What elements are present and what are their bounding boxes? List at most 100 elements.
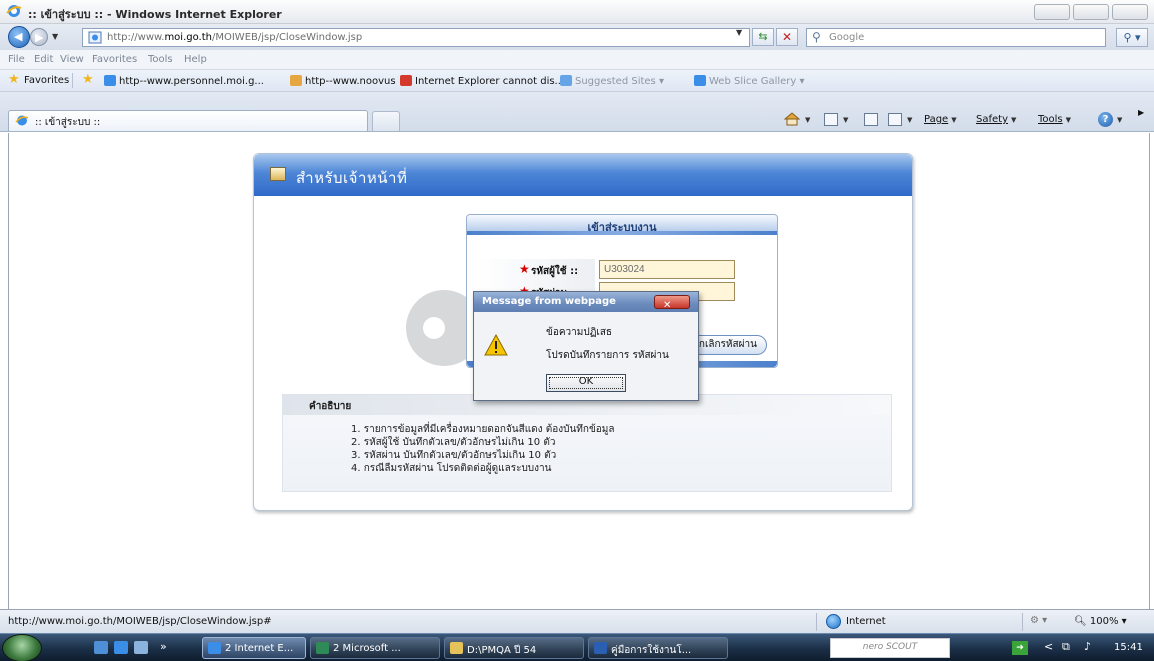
fav-link-noovus[interactable]: http--www.noovus <box>290 75 396 87</box>
ie-quicklaunch-icon[interactable] <box>114 641 128 654</box>
ok-button[interactable]: OK <box>546 374 626 392</box>
chevron-right-icon[interactable]: ▶ <box>1138 108 1144 117</box>
safety-menu-label: Safety <box>976 114 1008 125</box>
add-favorite-icon[interactable]: ★ <box>82 72 94 87</box>
ie-logo-icon <box>6 5 22 17</box>
nero-scout-searchbox[interactable]: nero SCOUT <box>830 638 950 658</box>
message-dialog: Message from webpage ✕ ข้อความปฏิเสธ โปร… <box>473 291 699 401</box>
quicklaunch-more-icon[interactable]: » <box>160 640 167 653</box>
list-item: 4. กรณีลืมรหัสผ่าน โปรดติดต่อผู้ดูแลระบบ… <box>351 463 552 474</box>
print-dropdown[interactable]: ▼ <box>904 114 912 125</box>
description-title: คำอธิบาย <box>309 401 352 412</box>
username-label: รหัสผู้ใช้ :: <box>531 266 579 277</box>
fav-link-personnel-label: http--www.personnel.moi.g... <box>119 76 264 87</box>
url-path: /MOIWEB/jsp/CloseWindow.jsp <box>211 32 363 43</box>
list-item: 3. รหัสผ่าน บันทึกตัวเลข/ตัวอักษรไม่เกิน… <box>351 450 557 461</box>
search-go-button[interactable]: ⚲ ▾ <box>1116 28 1148 47</box>
search-input[interactable]: ⚲ Google <box>806 28 1106 47</box>
taskbar-button-ie-label: 2 Internet E... <box>225 643 294 654</box>
taskbar-button-manual[interactable]: คู่มือการใช้งานโ... <box>588 637 728 659</box>
new-tab-button[interactable] <box>372 111 400 131</box>
maximize-button[interactable] <box>1073 4 1109 20</box>
show-desktop-icon[interactable] <box>94 641 108 654</box>
network-icon[interactable]: ⧉ <box>1062 640 1070 654</box>
zoom-value: 100% <box>1089 616 1119 627</box>
url-host: moi.go.th <box>164 32 212 43</box>
fav-suggested-sites[interactable]: Suggested Sites ▾ <box>560 75 664 87</box>
help-icon[interactable]: ? <box>1098 112 1113 127</box>
refresh-icon: ⇆ <box>758 30 768 43</box>
forward-button[interactable]: ▶ <box>30 28 48 46</box>
menu-view[interactable]: View <box>60 54 84 65</box>
fav-link-ie-error[interactable]: Internet Explorer cannot dis... <box>400 75 564 87</box>
dialog-close-button[interactable]: ✕ <box>654 295 690 311</box>
office-icon <box>316 642 329 654</box>
feeds-dropdown[interactable]: ▼ <box>840 114 848 125</box>
address-url: http://www.moi.go.th/MOIWEB/jsp/CloseWin… <box>107 32 362 43</box>
help-dropdown[interactable]: ▼ <box>1114 114 1122 125</box>
taskbar-button-office[interactable]: 2 Microsoft ... <box>310 637 440 659</box>
dialog-title-bar[interactable]: Message from webpage ✕ <box>474 292 698 312</box>
menu-favorites[interactable]: Favorites <box>92 54 137 65</box>
status-url: http://www.moi.go.th/MOIWEB/jsp/CloseWin… <box>8 616 272 627</box>
fav-web-slice-gallery[interactable]: Web Slice Gallery ▾ <box>694 75 805 87</box>
login-title-bar: เข้าสู่ระบบงาน <box>467 215 777 235</box>
protected-mode-icon[interactable]: ⚙ ▾ <box>1030 615 1047 626</box>
status-separator <box>816 613 817 631</box>
fav-link-personnel[interactable]: http--www.personnel.moi.g... <box>104 75 264 87</box>
back-arrow-icon: ◀ <box>14 30 23 43</box>
menu-tools[interactable]: Tools <box>148 54 173 65</box>
page-menu[interactable]: Page ▼ <box>924 114 957 125</box>
switch-windows-icon[interactable] <box>134 641 148 654</box>
taskbar-button-office-label: 2 Microsoft ... <box>333 643 401 654</box>
tray-app-icon[interactable]: ➔ <box>1012 641 1028 655</box>
taskbar: » 2 Internet E... 2 Microsoft ... D:\PMQ… <box>0 633 1154 661</box>
taskbar-button-ie[interactable]: 2 Internet E... <box>202 637 306 659</box>
noovus-icon <box>290 75 302 86</box>
tools-menu[interactable]: Tools ▼ <box>1038 114 1071 125</box>
staff-card-icon <box>270 167 286 181</box>
clock[interactable]: 15:41 <box>1114 642 1143 653</box>
refresh-button[interactable]: ⇆ <box>752 28 774 46</box>
page-menu-label: Page <box>924 114 949 125</box>
tab-ie-icon <box>15 115 29 126</box>
favorites-bar: ★ Favorites ★ http--www.personnel.moi.g.… <box>0 70 1154 92</box>
home-dropdown[interactable]: ▼ <box>802 114 810 125</box>
required-star-icon: ★ <box>519 262 530 276</box>
fav-link-noovus-label: http--www.noovus <box>305 76 396 87</box>
menu-bar: File Edit View Favorites Tools Help <box>0 50 1154 70</box>
favorites-button[interactable]: Favorites <box>24 75 69 86</box>
start-button[interactable] <box>2 634 42 661</box>
ie-icon <box>208 642 221 654</box>
minimize-button[interactable] <box>1034 4 1070 20</box>
zoom-level[interactable]: 🔍︎ 100% ▾ <box>1074 616 1127 627</box>
window-title-bar[interactable]: :: เข้าสู่ระบบ :: - Windows Internet Exp… <box>0 0 1154 24</box>
username-input[interactable] <box>599 260 735 279</box>
taskbar-button-folder[interactable]: D:\PMQA ปี 54 <box>444 637 584 659</box>
search-go-icon: ⚲ ▾ <box>1123 31 1141 44</box>
status-bar: http://www.moi.go.th/MOIWEB/jsp/CloseWin… <box>0 609 1154 633</box>
back-button[interactable]: ◀ <box>8 26 30 48</box>
security-zone[interactable]: Internet <box>846 616 886 627</box>
mail-icon[interactable] <box>864 113 878 126</box>
home-icon[interactable] <box>784 112 800 126</box>
menu-file[interactable]: File <box>8 54 25 65</box>
username-row: ★ รหัสผู้ใช้ :: <box>477 259 767 281</box>
favorites-separator <box>72 73 73 88</box>
address-dropdown[interactable]: ▼ <box>736 28 742 37</box>
volume-icon[interactable]: ♪ <box>1084 640 1091 653</box>
feeds-icon[interactable] <box>824 113 838 126</box>
url-prefix: http://www. <box>107 32 165 43</box>
menu-help[interactable]: Help <box>184 54 207 65</box>
menu-edit[interactable]: Edit <box>34 54 53 65</box>
stop-button[interactable]: ✕ <box>776 28 798 46</box>
tab-login[interactable]: :: เข้าสู่ระบบ :: <box>8 110 368 131</box>
recent-pages-dropdown[interactable]: ▼ <box>52 32 58 41</box>
print-icon[interactable] <box>888 113 902 126</box>
dialog-message-line2: โปรดบันทึกรายการ รหัสผ่าน <box>546 350 669 361</box>
forward-arrow-icon: ▶ <box>35 31 44 44</box>
safety-menu[interactable]: Safety ▼ <box>976 114 1016 125</box>
address-bar[interactable]: http://www.moi.go.th/MOIWEB/jsp/CloseWin… <box>82 28 750 47</box>
show-hidden-icons[interactable]: < <box>1044 640 1053 653</box>
close-window-button[interactable] <box>1112 4 1148 20</box>
